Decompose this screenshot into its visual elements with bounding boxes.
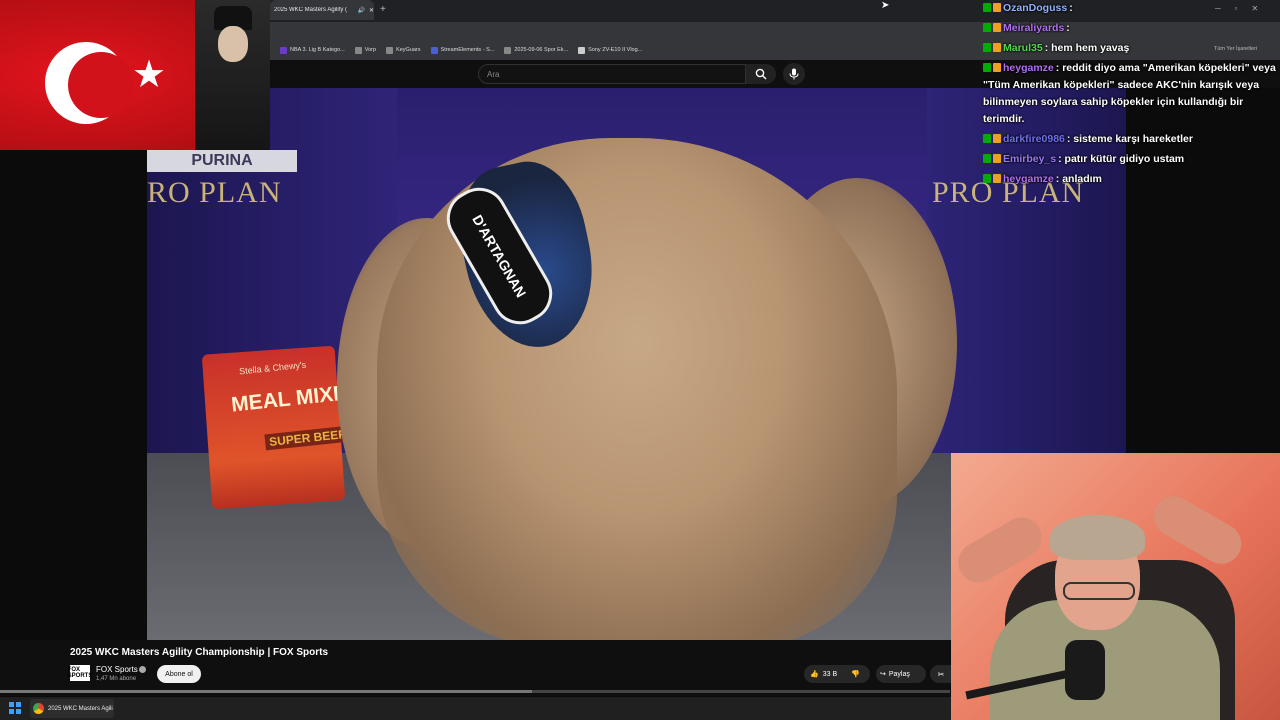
video-progress-bar[interactable] — [0, 690, 950, 693]
chat-message: Emirbey_s: patır kütür gidiyo ustam — [983, 151, 1278, 168]
moderator-badge-icon — [983, 3, 991, 12]
sub-badge-icon — [993, 3, 1001, 12]
chat-text: : — [1066, 22, 1070, 34]
mouse-cursor-icon: ➤ — [881, 0, 890, 11]
bookmark-item[interactable]: KeyGuars — [386, 46, 421, 54]
streamelements-icon — [430, 46, 438, 54]
chat-username[interactable]: heygamze — [1003, 62, 1054, 74]
folder-icon — [386, 46, 394, 54]
bookmark-icon — [504, 46, 512, 54]
new-tab-button[interactable]: + — [380, 4, 386, 15]
chat-message: heygamze: anladım — [983, 171, 1278, 188]
verified-icon — [139, 666, 146, 673]
progress-fill — [0, 690, 532, 693]
folder-icon — [354, 46, 362, 54]
crescent-cutout — [68, 52, 134, 118]
chat-text: : hem hem yavaş — [1044, 42, 1130, 54]
streamer-hair — [1050, 515, 1145, 560]
search-icon — [755, 68, 767, 80]
moderator-badge-icon — [983, 154, 991, 163]
sub-badge-icon — [993, 23, 1001, 32]
clip-button[interactable]: ✂ — [930, 665, 952, 683]
video-title: 2025 WKC Masters Agility Championship | … — [70, 647, 329, 658]
moderator-badge-icon — [983, 23, 991, 32]
glasses — [1063, 582, 1135, 600]
bookmark-item[interactable]: NBA 3. Lig B Katego... — [280, 46, 345, 54]
chat-message: heygamze: reddit diyo ama "Amerikan köpe… — [983, 60, 1278, 128]
bookmark-icon — [578, 46, 586, 54]
chat-text: : anladım — [1055, 173, 1102, 185]
chat-username[interactable]: Meiraliyards — [1003, 22, 1064, 34]
star-icon: ★ — [132, 54, 167, 96]
sub-badge-icon — [993, 174, 1001, 183]
sponsor-text-left: RO PLAN — [147, 176, 282, 209]
chat-message: darkfire0986: sisteme karşı hareketler — [983, 131, 1278, 148]
browser-tab[interactable]: 2025 WKC Masters Agility ( 🔊 ✕ — [270, 0, 374, 20]
microphone-icon — [789, 68, 799, 80]
chat-username[interactable]: Emirbey_s — [1003, 153, 1056, 165]
moderator-badge-icon — [983, 174, 991, 183]
thumbs-down-icon[interactable]: 👎 — [851, 670, 860, 678]
chat-username[interactable]: Marul35 — [1003, 42, 1043, 54]
flag-overlay: ★ — [0, 0, 270, 150]
speaker-icon[interactable]: 🔊 — [357, 7, 364, 14]
share-button[interactable]: ↪ Paylaş — [876, 665, 926, 683]
chat-message: Marul35: hem hem yavaş — [983, 40, 1278, 57]
scissors-icon: ✂ — [937, 669, 945, 679]
sub-badge-icon — [993, 134, 1001, 143]
share-icon: ↪ — [880, 671, 886, 678]
chat-message: Meiraliyards: — [983, 20, 1278, 37]
chat-text: : — [1069, 2, 1073, 14]
moderator-badge-icon — [983, 63, 991, 72]
bookmark-item[interactable]: Vorp — [354, 46, 376, 54]
like-button[interactable]: 👍 33 B 👎 — [804, 665, 870, 683]
chrome-icon — [33, 703, 44, 714]
tab-title: 2025 WKC Masters Agility ( — [274, 7, 348, 13]
channel-avatar[interactable]: FOX SPORTS — [68, 665, 92, 681]
chat-text: : patır kütür gidiyo ustam — [1058, 153, 1185, 165]
sub-badge-icon — [993, 154, 1001, 163]
chat-text: : sisteme karşı hareketler — [1066, 133, 1193, 145]
channel-name[interactable]: FOX Sports — [96, 665, 138, 674]
sub-badge-icon — [993, 43, 1001, 52]
windows-start-icon[interactable] — [9, 702, 21, 714]
chat-username[interactable]: OzanDoguss — [1003, 2, 1067, 14]
taskbar-app-chrome[interactable]: 2025 WKC Masters Agili — [30, 699, 114, 718]
portrait-face — [218, 26, 248, 62]
voice-search-button[interactable] — [783, 63, 805, 85]
thumbs-up-icon: 👍 — [810, 671, 819, 678]
subscribe-button[interactable]: Abone ol — [157, 665, 201, 683]
bookmark-item[interactable]: Sony ZV-E10 II Vlog... — [578, 46, 642, 54]
chat-username[interactable]: heygamze — [1003, 173, 1054, 185]
sponsor-logo: PURINA — [147, 150, 297, 172]
chat-username[interactable]: darkfire0986 — [1003, 133, 1065, 145]
microphone — [1065, 640, 1105, 700]
search-input[interactable]: Ara — [478, 64, 746, 84]
bookmark-item[interactable]: StreamElements - S... — [430, 46, 494, 54]
bookmark-icon — [280, 46, 287, 54]
tab-close-icon[interactable]: ✕ — [369, 7, 374, 14]
sub-badge-icon — [993, 63, 1001, 72]
subscriber-count: 1,47 Mn abone — [96, 676, 137, 682]
bookmark-item[interactable]: 2025-09-06 Spor Ek... — [504, 46, 568, 54]
search-button[interactable] — [746, 64, 776, 84]
moderator-badge-icon — [983, 134, 991, 143]
moderator-badge-icon — [983, 43, 991, 52]
like-count: 33 B — [822, 670, 838, 678]
chat-message: OzanDoguss: — [983, 0, 1278, 17]
